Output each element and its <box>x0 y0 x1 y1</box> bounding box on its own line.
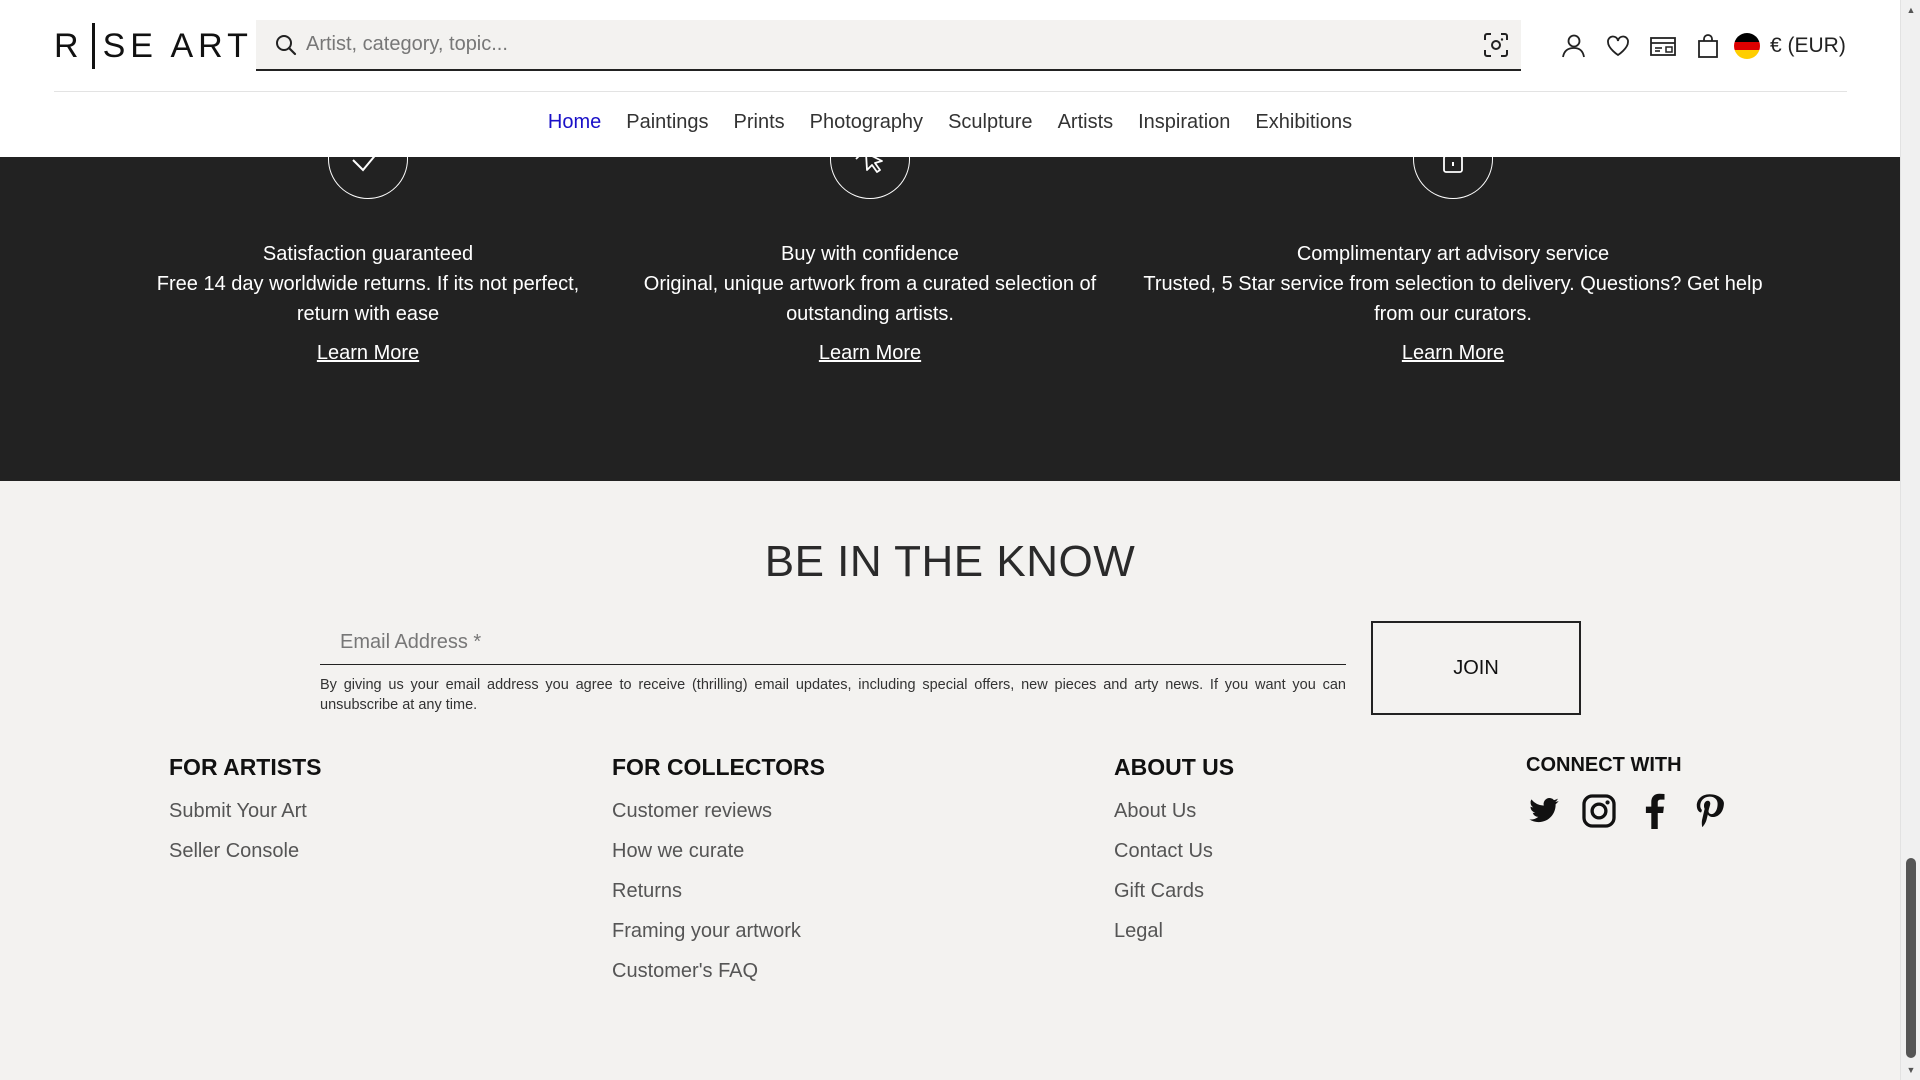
lock-icon <box>1413 157 1493 199</box>
saved-cards-icon[interactable] <box>1640 24 1685 68</box>
scroll-up-arrow-icon[interactable]: ▲ <box>1901 2 1920 18</box>
footer-link[interactable]: Returns <box>612 879 825 903</box>
footer-link[interactable]: Customer reviews <box>612 799 825 823</box>
logo-divider <box>91 23 95 69</box>
nav-home[interactable]: Home <box>535 108 613 136</box>
germany-flag-icon <box>1734 33 1760 59</box>
main-nav: Home Paintings Prints Photography Sculpt… <box>0 108 1900 136</box>
feature-title: Satisfaction guaranteed <box>262 243 474 265</box>
footer-col-collectors: FOR COLLECTORS Customer reviews How we c… <box>612 754 825 999</box>
social-icons <box>1526 793 1727 829</box>
nav-sculpture[interactable]: Sculpture <box>936 108 1046 136</box>
nav-photography[interactable]: Photography <box>797 108 935 136</box>
scroll-down-arrow-icon[interactable]: ▼ <box>1901 1062 1920 1078</box>
currency-label: € (EUR) <box>1770 34 1846 57</box>
footer-link[interactable]: About Us <box>1114 799 1234 823</box>
footer-heading: CONNECT WITH <box>1526 754 1682 776</box>
page-scrollbar[interactable]: ▲ ▼ <box>1900 0 1920 1080</box>
checkmark-icon <box>328 157 408 199</box>
learn-more-link[interactable]: Learn More <box>138 342 598 365</box>
nav-paintings[interactable]: Paintings <box>614 108 721 136</box>
feature-title: Buy with confidence <box>781 243 959 265</box>
footer-col-about: ABOUT US About Us Contact Us Gift Cards … <box>1114 754 1234 959</box>
pinterest-icon[interactable] <box>1691 793 1727 829</box>
footer-link[interactable]: How we curate <box>612 839 825 863</box>
search-input[interactable] <box>306 20 1471 69</box>
newsletter-heading: BE IN THE KNOW <box>764 537 1136 586</box>
footer-link[interactable]: Gift Cards <box>1114 879 1234 903</box>
feature-description: Trusted, 5 Star service from selection t… <box>1143 273 1763 325</box>
facebook-icon[interactable] <box>1636 793 1672 829</box>
site-header: R SE ART € (EUR) Home <box>0 0 1900 157</box>
twitter-icon[interactable] <box>1526 793 1562 829</box>
footer-link[interactable]: Customer's FAQ <box>612 959 825 983</box>
logo-right-text: SE ART <box>102 26 253 65</box>
join-button[interactable]: JOIN <box>1371 621 1581 715</box>
feature-description: Original, unique artwork from a curated … <box>643 273 1097 325</box>
email-field[interactable] <box>320 620 1346 665</box>
cursor-click-icon <box>830 157 910 199</box>
nav-inspiration[interactable]: Inspiration <box>1126 108 1243 136</box>
footer-link[interactable]: Seller Console <box>169 839 321 863</box>
feature-description: Free 14 day worldwide returns. If its no… <box>156 273 580 325</box>
features-band: Satisfaction guaranteed Free 14 day worl… <box>0 157 1900 481</box>
footer-link[interactable]: Submit Your Art <box>169 799 321 823</box>
currency-selector[interactable]: € (EUR) <box>1734 33 1846 59</box>
search-bar <box>256 20 1521 71</box>
user-icon[interactable] <box>1550 24 1595 68</box>
instagram-icon[interactable] <box>1581 793 1617 829</box>
footer-heading: ABOUT US <box>1114 754 1235 780</box>
logo[interactable]: R SE ART <box>54 22 253 70</box>
visual-search-icon[interactable] <box>1471 32 1521 58</box>
header-actions: € (EUR) <box>1550 24 1846 68</box>
footer-link[interactable]: Legal <box>1114 919 1234 943</box>
footer-col-artists: FOR ARTISTS Submit Your Art Seller Conso… <box>169 754 321 879</box>
nav-artists[interactable]: Artists <box>1045 108 1126 136</box>
footer-col-connect: CONNECT WITH <box>1526 754 1727 829</box>
learn-more-link[interactable]: Learn More <box>1143 342 1763 365</box>
footer-link[interactable]: Contact Us <box>1114 839 1234 863</box>
search-icon[interactable] <box>266 34 306 56</box>
scrollbar-thumb[interactable] <box>1906 858 1916 1058</box>
footer-link[interactable]: Framing your artwork <box>612 919 825 943</box>
feature-title: Complimentary art advisory service <box>1296 243 1610 265</box>
logo-left-text: R <box>54 26 84 65</box>
shopping-bag-icon[interactable] <box>1685 24 1730 68</box>
nav-prints[interactable]: Prints <box>721 108 797 136</box>
heart-icon[interactable] <box>1595 24 1640 68</box>
footer-heading: FOR ARTISTS <box>169 754 322 780</box>
learn-more-link[interactable]: Learn More <box>630 342 1110 365</box>
newsletter-consent-text: By giving us your email address you agre… <box>320 677 1346 713</box>
nav-exhibitions[interactable]: Exhibitions <box>1243 108 1365 136</box>
header-divider <box>54 91 1847 92</box>
footer-heading: FOR COLLECTORS <box>612 754 825 780</box>
